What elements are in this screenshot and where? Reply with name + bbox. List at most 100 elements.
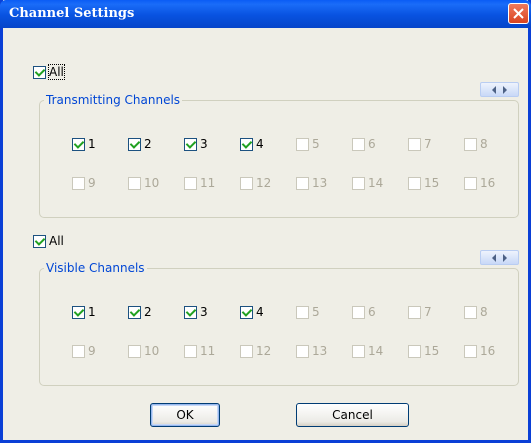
visible-channel-checkbox: 9 xyxy=(72,344,96,358)
transmitting-channel-checkbox: 10 xyxy=(128,176,159,190)
transmitting-channel-label: 13 xyxy=(312,176,328,190)
transmitting-channel-box[interactable] xyxy=(128,137,141,151)
transmitting-channel-box[interactable] xyxy=(240,137,253,151)
visible-channel-box xyxy=(184,344,197,358)
cancel-button[interactable]: Cancel xyxy=(296,403,409,427)
transmitting-channel-checkbox: 8 xyxy=(464,137,488,151)
visible-channel-checkbox: 11 xyxy=(184,344,215,358)
transmitting-channel-box xyxy=(464,137,477,151)
transmitting-channel-checkbox: 15 xyxy=(408,176,439,190)
visible-channel-box xyxy=(72,344,85,358)
transmitting-channel-checkbox[interactable]: 1 xyxy=(72,137,96,151)
transmitting-all-checkbox[interactable]: All xyxy=(33,64,65,80)
transmitting-channel-box[interactable] xyxy=(72,137,85,151)
transmitting-channel-checkbox: 9 xyxy=(72,176,96,190)
transmitting-channel-label: 6 xyxy=(368,137,376,151)
visible-channel-checkbox[interactable]: 3 xyxy=(184,305,208,319)
visible-channel-label: 2 xyxy=(144,305,152,319)
transmitting-channel-box xyxy=(184,176,197,190)
visible-channel-label: 13 xyxy=(312,344,328,358)
visible-channel-label: 6 xyxy=(368,305,376,319)
transmitting-channel-box xyxy=(464,176,477,190)
ok-button[interactable]: OK xyxy=(150,403,220,427)
visible-channels-legend: Visible Channels xyxy=(44,260,147,276)
window-title: Channel Settings xyxy=(9,6,135,21)
transmitting-channel-box xyxy=(352,176,365,190)
transmitting-channel-box xyxy=(296,137,309,151)
transmitting-channel-label: 12 xyxy=(256,176,272,190)
transmitting-channel-checkbox: 7 xyxy=(408,137,432,151)
transmitting-channel-label: 10 xyxy=(144,176,160,190)
transmitting-channel-label: 3 xyxy=(200,137,208,151)
transmitting-channel-box[interactable] xyxy=(184,137,197,151)
visible-all-box[interactable] xyxy=(33,234,46,248)
transmitting-channel-label: 11 xyxy=(200,176,216,190)
transmitting-channel-box xyxy=(72,176,85,190)
transmitting-all-box[interactable] xyxy=(33,65,46,79)
transmitting-channel-label: 7 xyxy=(424,137,432,151)
transmitting-channel-label: 4 xyxy=(256,137,264,151)
transmitting-channel-label: 5 xyxy=(312,137,320,151)
close-button[interactable] xyxy=(508,3,529,24)
visible-channel-label: 10 xyxy=(144,344,160,358)
transmitting-channel-label: 16 xyxy=(480,176,496,190)
arrow-left-icon[interactable] xyxy=(492,86,496,94)
visible-channel-checkbox: 7 xyxy=(408,305,432,319)
transmitting-channel-checkbox: 6 xyxy=(352,137,376,151)
visible-channel-box[interactable] xyxy=(184,305,197,319)
transmitting-channel-checkbox: 13 xyxy=(296,176,327,190)
visible-all-checkbox[interactable]: All xyxy=(33,234,64,248)
visible-channel-checkbox: 12 xyxy=(240,344,271,358)
visible-channel-box xyxy=(296,344,309,358)
transmitting-channel-label: 2 xyxy=(144,137,152,151)
transmitting-channels-legend: Transmitting Channels xyxy=(44,92,183,108)
visible-channel-checkbox: 6 xyxy=(352,305,376,319)
transmitting-channel-checkbox[interactable]: 3 xyxy=(184,137,208,151)
visible-channel-box xyxy=(408,344,421,358)
transmitting-channel-label: 15 xyxy=(424,176,440,190)
visible-channels-group: Visible Channels 1 2 3 4 5 6 7 8 9 10 11 12 13 14 15 16 xyxy=(39,260,519,386)
transmitting-channel-checkbox: 5 xyxy=(296,137,320,151)
visible-channel-label: 5 xyxy=(312,305,320,319)
title-bar[interactable]: Channel Settings xyxy=(0,0,531,28)
transmitting-channel-checkbox[interactable]: 4 xyxy=(240,137,264,151)
visible-channel-checkbox[interactable]: 2 xyxy=(128,305,152,319)
visible-channel-box xyxy=(128,344,141,358)
visible-channel-box xyxy=(352,344,365,358)
visible-channel-label: 9 xyxy=(88,344,96,358)
visible-channel-label: 16 xyxy=(480,344,496,358)
visible-channel-checkbox: 10 xyxy=(128,344,159,358)
visible-channel-label: 1 xyxy=(88,305,96,319)
visible-channel-label: 7 xyxy=(424,305,432,319)
transmitting-channel-label: 1 xyxy=(88,137,96,151)
transmitting-channel-checkbox: 12 xyxy=(240,176,271,190)
visible-channel-checkbox[interactable]: 1 xyxy=(72,305,96,319)
visible-channel-box xyxy=(464,344,477,358)
visible-channel-box[interactable] xyxy=(128,305,141,319)
visible-channel-label: 8 xyxy=(480,305,488,319)
transmitting-channel-checkbox: 14 xyxy=(352,176,383,190)
visible-channel-checkbox: 5 xyxy=(296,305,320,319)
transmitting-channels-group: Transmitting Channels 1 2 3 4 5 6 7 8 9 10 11 12 13 1… xyxy=(39,92,519,218)
visible-channel-label: 12 xyxy=(256,344,272,358)
visible-channel-box[interactable] xyxy=(72,305,85,319)
transmitting-channel-checkbox[interactable]: 2 xyxy=(128,137,152,151)
transmitting-channel-box xyxy=(128,176,141,190)
transmitting-channel-checkbox: 16 xyxy=(464,176,495,190)
arrow-right-icon[interactable] xyxy=(503,254,507,262)
transmitting-channel-label: 14 xyxy=(368,176,384,190)
visible-channel-box xyxy=(240,344,253,358)
arrow-right-icon[interactable] xyxy=(503,86,507,94)
visible-channel-box[interactable] xyxy=(240,305,253,319)
transmitting-channel-box xyxy=(352,137,365,151)
visible-scroll-buttons[interactable] xyxy=(480,250,519,265)
visible-channel-checkbox: 13 xyxy=(296,344,327,358)
transmitting-scroll-buttons[interactable] xyxy=(480,82,519,97)
visible-channel-checkbox: 8 xyxy=(464,305,488,319)
arrow-left-icon[interactable] xyxy=(492,254,496,262)
visible-channel-checkbox: 15 xyxy=(408,344,439,358)
transmitting-channel-box xyxy=(296,176,309,190)
visible-channel-checkbox[interactable]: 4 xyxy=(240,305,264,319)
visible-channel-checkbox: 16 xyxy=(464,344,495,358)
transmitting-channel-box xyxy=(240,176,253,190)
